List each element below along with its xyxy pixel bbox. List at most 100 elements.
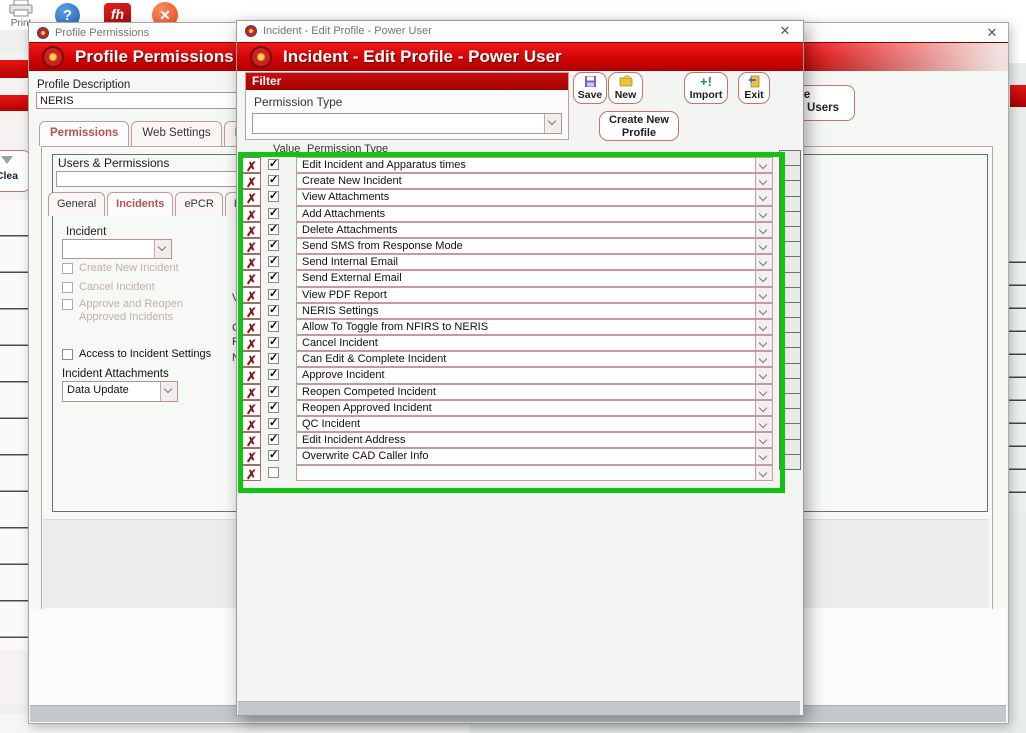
tab-permissions[interactable]: Permissions xyxy=(39,121,129,146)
delete-row-button[interactable]: ✗ xyxy=(242,206,261,222)
chevron-down-icon[interactable] xyxy=(755,320,772,334)
tab-incidents[interactable]: Incidents xyxy=(107,192,173,216)
save-button[interactable]: Save xyxy=(573,72,607,104)
import-button[interactable]: +! Import xyxy=(684,72,728,104)
tab-general[interactable]: General xyxy=(48,192,105,216)
permission-type-cell[interactable]: Can Edit & Complete Incident xyxy=(296,351,773,367)
chevron-down-icon[interactable] xyxy=(755,288,772,302)
delete-row-button[interactable]: ✗ xyxy=(242,432,261,448)
value-checkbox[interactable] xyxy=(268,402,279,413)
checkbox[interactable] xyxy=(62,282,73,293)
checkbox[interactable] xyxy=(62,349,73,360)
value-checkbox[interactable] xyxy=(268,289,279,300)
delete-row-button[interactable]: ✗ xyxy=(242,254,261,270)
permission-type-cell[interactable]: Edit Incident and Apparatus times xyxy=(296,157,773,173)
permission-type-cell[interactable]: Edit Incident Address xyxy=(296,432,773,448)
value-checkbox[interactable] xyxy=(268,159,279,170)
tab-web-settings[interactable]: Web Settings xyxy=(131,121,221,146)
exit-button[interactable]: Exit xyxy=(738,72,770,104)
bg-window-close-icon[interactable]: ✕ xyxy=(984,25,1000,41)
value-checkbox[interactable] xyxy=(268,337,279,348)
chevron-down-icon[interactable] xyxy=(755,207,772,221)
permission-type-cell[interactable]: Add Attachments xyxy=(296,206,773,222)
delete-row-button[interactable]: ✗ xyxy=(242,335,261,351)
delete-row-button[interactable]: ✗ xyxy=(242,351,261,367)
value-checkbox[interactable] xyxy=(268,386,279,397)
chevron-down-icon[interactable] xyxy=(755,433,772,447)
permission-type-cell[interactable]: Overwrite CAD Caller Info xyxy=(296,448,773,464)
chevron-down-icon[interactable] xyxy=(755,352,772,366)
value-checkbox[interactable] xyxy=(268,305,279,316)
permission-type-cell[interactable]: Delete Attachments xyxy=(296,222,773,238)
chevron-down-icon[interactable] xyxy=(154,240,171,258)
incident-dropdown[interactable] xyxy=(62,239,172,259)
incident-attachments-dropdown[interactable]: Data Update xyxy=(62,381,178,402)
chevron-down-icon[interactable] xyxy=(755,385,772,399)
chevron-down-icon[interactable] xyxy=(755,449,772,463)
delete-row-button[interactable]: ✗ xyxy=(242,448,261,464)
value-checkbox[interactable] xyxy=(268,175,279,186)
permission-type-cell[interactable]: Allow To Toggle from NFIRS to NERIS xyxy=(296,319,773,335)
chevron-down-icon[interactable] xyxy=(160,382,177,401)
clear-filter-button[interactable]: ✗ Clea xyxy=(0,150,31,192)
permission-type-filter-dropdown[interactable] xyxy=(252,113,562,134)
value-checkbox[interactable] xyxy=(268,353,279,364)
value-checkbox[interactable] xyxy=(268,450,279,461)
chevron-down-icon[interactable] xyxy=(755,466,772,480)
permission-type-cell[interactable]: Send SMS from Response Mode xyxy=(296,238,773,254)
create-new-profile-button[interactable]: Create New Profile xyxy=(599,111,679,141)
chevron-down-icon[interactable] xyxy=(755,255,772,269)
chevron-down-icon[interactable] xyxy=(755,417,772,431)
permission-type-cell[interactable]: NERIS Settings xyxy=(296,303,773,319)
profile-description-input[interactable]: NERIS xyxy=(36,92,261,109)
checkbox[interactable] xyxy=(62,263,73,274)
chevron-down-icon[interactable] xyxy=(544,114,561,133)
value-checkbox[interactable] xyxy=(268,418,279,429)
tab-epcr[interactable]: ePCR xyxy=(175,192,222,216)
value-checkbox[interactable] xyxy=(268,256,279,267)
chevron-down-icon[interactable] xyxy=(755,271,772,285)
delete-row-button[interactable]: ✗ xyxy=(242,238,261,254)
chevron-down-icon[interactable] xyxy=(755,190,772,204)
dialog-close-icon[interactable]: ✕ xyxy=(777,23,793,39)
value-checkbox[interactable] xyxy=(268,272,279,283)
permission-type-cell[interactable]: View PDF Report xyxy=(296,287,773,303)
delete-row-button[interactable]: ✗ xyxy=(242,222,261,238)
delete-row-button[interactable]: ✗ xyxy=(242,319,261,335)
new-button[interactable]: New xyxy=(608,72,643,104)
chevron-down-icon[interactable] xyxy=(755,174,772,188)
delete-row-button[interactable]: ✗ xyxy=(242,173,261,189)
chevron-down-icon[interactable] xyxy=(755,223,772,237)
chevron-down-icon[interactable] xyxy=(755,368,772,382)
delete-row-button[interactable]: ✗ xyxy=(242,367,261,383)
checkbox[interactable] xyxy=(62,299,73,310)
permission-type-cell[interactable]: View Attachments xyxy=(296,189,773,205)
delete-row-button[interactable]: ✗ xyxy=(242,384,261,400)
delete-row-button[interactable]: ✗ xyxy=(242,189,261,205)
permission-type-cell[interactable]: Reopen Competed Incident xyxy=(296,384,773,400)
permission-type-cell[interactable]: Approve Incident xyxy=(296,367,773,383)
value-checkbox[interactable] xyxy=(268,321,279,332)
chevron-down-icon[interactable] xyxy=(755,304,772,318)
permission-type-cell[interactable]: Send Internal Email xyxy=(296,254,773,270)
value-checkbox[interactable] xyxy=(268,467,279,478)
delete-row-button[interactable]: ✗ xyxy=(242,400,261,416)
permission-type-cell[interactable]: Create New Incident xyxy=(296,173,773,189)
value-checkbox[interactable] xyxy=(268,224,279,235)
chevron-down-icon[interactable] xyxy=(755,239,772,253)
value-checkbox[interactable] xyxy=(268,434,279,445)
delete-row-button[interactable]: ✗ xyxy=(242,157,261,173)
delete-row-button[interactable]: ✗ xyxy=(242,465,261,481)
value-checkbox[interactable] xyxy=(268,191,279,202)
delete-row-button[interactable]: ✗ xyxy=(242,270,261,286)
delete-row-button[interactable]: ✗ xyxy=(242,287,261,303)
delete-row-button[interactable]: ✗ xyxy=(242,303,261,319)
chevron-down-icon[interactable] xyxy=(755,401,772,415)
permission-type-cell[interactable]: Reopen Approved Incident xyxy=(296,400,773,416)
value-checkbox[interactable] xyxy=(268,240,279,251)
permission-type-cell[interactable]: Cancel Incident xyxy=(296,335,773,351)
chevron-down-icon[interactable] xyxy=(755,336,772,350)
value-checkbox[interactable] xyxy=(268,208,279,219)
chevron-down-icon[interactable] xyxy=(755,158,772,172)
permission-type-cell[interactable]: QC Incident xyxy=(296,416,773,432)
